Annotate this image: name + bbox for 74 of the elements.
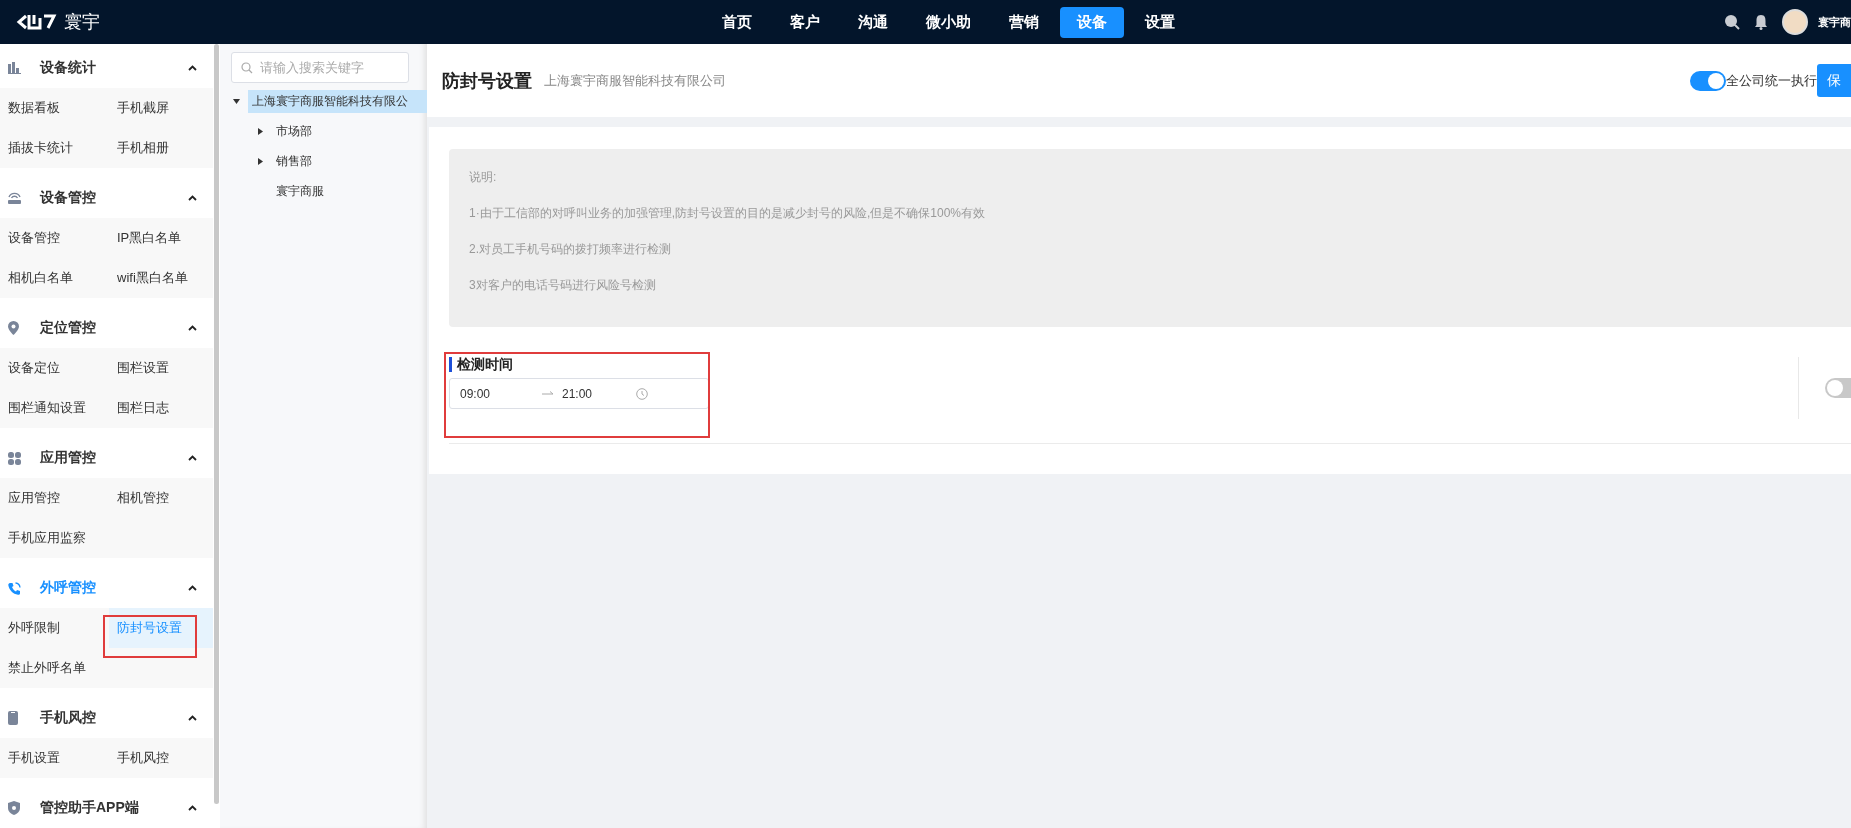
grid-icon	[8, 451, 21, 465]
notice-line: 2.对员工手机号码的拨打频率进行检测	[469, 241, 672, 258]
sidebar-item[interactable]: 手机截屏	[109, 88, 213, 128]
caret-up-icon[interactable]	[188, 325, 197, 331]
bar-chart-icon	[8, 62, 21, 74]
sidebar-item[interactable]: 手机相册	[109, 128, 213, 168]
avatar-icon[interactable]	[1782, 9, 1808, 35]
tree-node[interactable]: 上海寰宇商服智能科技有限公	[248, 89, 427, 113]
toggle-switch[interactable]	[1825, 378, 1851, 398]
logo-icon	[16, 14, 58, 30]
time-range-field[interactable]: 09:00 21:00	[449, 378, 709, 409]
search-field[interactable]: 请输入搜索关键字	[231, 52, 409, 83]
sidebar-item[interactable]: 设备管控	[0, 218, 109, 258]
search-icon[interactable]	[1724, 14, 1740, 30]
sidebar-item[interactable]: 围栏通知设置	[0, 388, 109, 428]
clock-icon	[636, 387, 648, 400]
location-pin-icon	[8, 321, 19, 335]
nav-tab[interactable]: 首页	[705, 6, 769, 38]
notice-title: 说明:	[469, 169, 498, 186]
scrollbar-thumb[interactable]	[214, 44, 219, 804]
sidebar-item[interactable]: 围栏日志	[109, 388, 213, 428]
search-icon	[241, 62, 253, 74]
tree-node[interactable]: 销售部	[272, 149, 316, 173]
company-name: 上海寰宇商服智能科技有限公司	[544, 71, 726, 90]
notice-line: 3对客户的电话号码进行风险号检测	[469, 277, 657, 294]
caret-up-icon[interactable]	[188, 65, 197, 71]
sidebar-item[interactable]: 手机风控	[109, 738, 213, 778]
caret-up-icon[interactable]	[188, 585, 197, 591]
toggle-label: 全公司统一执行	[1726, 71, 1817, 90]
caret-right-icon[interactable]	[256, 157, 264, 165]
tree-node[interactable]: 市场部	[272, 119, 316, 143]
nav-tab[interactable]: 沟通	[841, 6, 905, 38]
sidebar-item[interactable]: 数据看板	[0, 88, 109, 128]
caret-down-icon[interactable]	[232, 97, 240, 105]
sidebar-item[interactable]: 手机应用监察	[0, 518, 109, 558]
nav-tab[interactable]: 微小助	[909, 6, 988, 38]
sidebar-group-title[interactable]: 手机风控	[40, 709, 96, 727]
tree-node[interactable]: 寰宇商服	[272, 179, 328, 203]
section-title: 检测时间	[449, 357, 709, 372]
user-name[interactable]: 寰宇商	[1818, 14, 1851, 30]
sidebar-group-title[interactable]: 设备统计	[40, 59, 96, 77]
sidebar-group-title[interactable]: 设备管控	[40, 189, 96, 207]
nav-tab[interactable]: 客户	[773, 6, 837, 38]
router-icon	[8, 192, 21, 204]
notice-line: 1·由于工信部的对呼叫业务的加强管理,防封号设置的目的是减少封号的风险,但是不确保100%有效	[469, 205, 987, 222]
nav-tab[interactable]: 营销	[992, 6, 1056, 38]
arrow-icon	[542, 390, 554, 397]
sidebar-item[interactable]: 插拔卡统计	[0, 128, 109, 168]
sidebar-group-title[interactable]: 定位管控	[40, 319, 96, 337]
sidebar-item[interactable]: 外呼限制	[0, 608, 109, 648]
caret-right-icon[interactable]	[256, 127, 264, 135]
sidebar-group-title[interactable]: 应用管控	[40, 449, 96, 467]
caret-up-icon[interactable]	[188, 715, 197, 721]
bell-icon[interactable]	[1754, 14, 1768, 30]
sidebar-item[interactable]: 相机管控	[109, 478, 213, 518]
caret-up-icon[interactable]	[188, 195, 197, 201]
sidebar-item[interactable]: 应用管控	[0, 478, 109, 518]
logo-text: 寰宇	[64, 11, 100, 34]
sidebar-item[interactable]: wifi黑白名单	[109, 258, 213, 298]
shield-icon	[8, 801, 20, 815]
sidebar-group-title[interactable]: 管控助手APP端	[40, 799, 139, 817]
sidebar-item[interactable]: 手机设置	[0, 738, 109, 778]
sidebar-item[interactable]: 围栏设置	[109, 348, 213, 388]
caret-up-icon[interactable]	[188, 455, 197, 461]
mobile-phone-icon	[8, 711, 18, 725]
nav-tab[interactable]: 设置	[1128, 6, 1192, 38]
sidebar-item[interactable]: 相机白名单	[0, 258, 109, 298]
toggle-switch[interactable]	[1690, 70, 1726, 91]
sidebar-item[interactable]: 设备定位	[0, 348, 109, 388]
sidebar-item[interactable]: 禁止外呼名单	[0, 648, 109, 688]
caret-up-icon[interactable]	[188, 805, 197, 811]
sidebar-item[interactable]: IP黑白名单	[109, 218, 213, 258]
page-title: 防封号设置	[442, 69, 532, 93]
phone-icon	[8, 581, 21, 595]
